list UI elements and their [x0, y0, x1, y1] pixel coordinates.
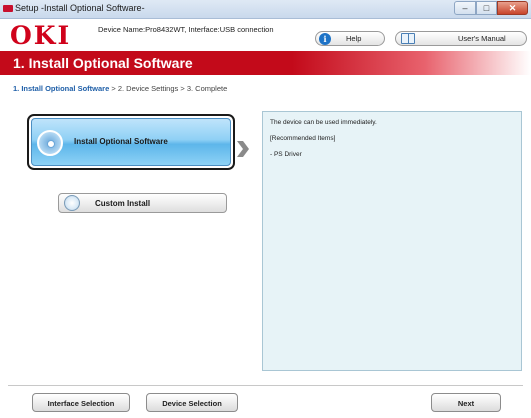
install-optional-software-button[interactable]: Install Optional Software — [31, 118, 231, 166]
next-label: Next — [457, 399, 475, 408]
help-label: Help — [346, 34, 362, 43]
header: OKI Device Name:Pro8432WT, Interface:USB… — [0, 19, 531, 51]
page-title: 1. Install Optional Software — [13, 55, 193, 71]
interface-selection-label: Interface Selection — [47, 399, 115, 408]
oki-logo: OKI — [10, 21, 72, 50]
install-optional-software-label: Install Optional Software — [74, 137, 168, 146]
description-line: [Recommended Items] — [270, 135, 336, 142]
app-icon — [3, 5, 13, 12]
breadcrumb-current-step: 1. Install Optional Software — [13, 84, 110, 93]
close-button[interactable]: ✕ — [497, 1, 528, 15]
book-icon — [401, 33, 415, 44]
interface-selection-button[interactable]: Interface Selection — [32, 393, 130, 412]
description-line: - PS Driver — [270, 151, 302, 158]
minimize-icon: – — [462, 3, 468, 13]
close-icon: ✕ — [508, 3, 517, 13]
chevron-right-icon — [237, 141, 249, 157]
breadcrumb-remaining-steps: > 2. Device Settings > 3. Complete — [109, 84, 228, 93]
info-icon: i — [319, 33, 331, 45]
disc-icon — [64, 195, 80, 211]
users-manual-button[interactable]: User's Manual — [395, 31, 527, 46]
description-line: The device can be used immediately. — [270, 119, 377, 126]
maximize-button[interactable]: □ — [476, 1, 497, 15]
window-title: Setup -Install Optional Software- — [15, 3, 145, 13]
device-selection-button[interactable]: Device Selection — [146, 393, 238, 412]
help-button[interactable]: i Help — [315, 31, 385, 46]
disc-install-icon — [37, 130, 63, 156]
minimize-button[interactable]: – — [454, 1, 476, 15]
users-manual-label: User's Manual — [458, 34, 506, 43]
device-info: Device Name:Pro8432WT, Interface:USB con… — [98, 25, 274, 34]
maximize-icon: □ — [483, 3, 490, 13]
page-banner: 1. Install Optional Software — [0, 51, 531, 75]
custom-install-button[interactable]: Custom Install — [58, 193, 227, 213]
next-button[interactable]: Next — [431, 393, 501, 412]
description-panel: The device can be used immediately. [Rec… — [262, 111, 522, 371]
title-bar: Setup -Install Optional Software- – □ ✕ — [0, 0, 531, 19]
breadcrumb: 1. Install Optional Software > 2. Device… — [13, 84, 227, 93]
custom-install-label: Custom Install — [95, 199, 151, 208]
footer-divider — [8, 385, 523, 386]
device-selection-label: Device Selection — [162, 399, 222, 408]
